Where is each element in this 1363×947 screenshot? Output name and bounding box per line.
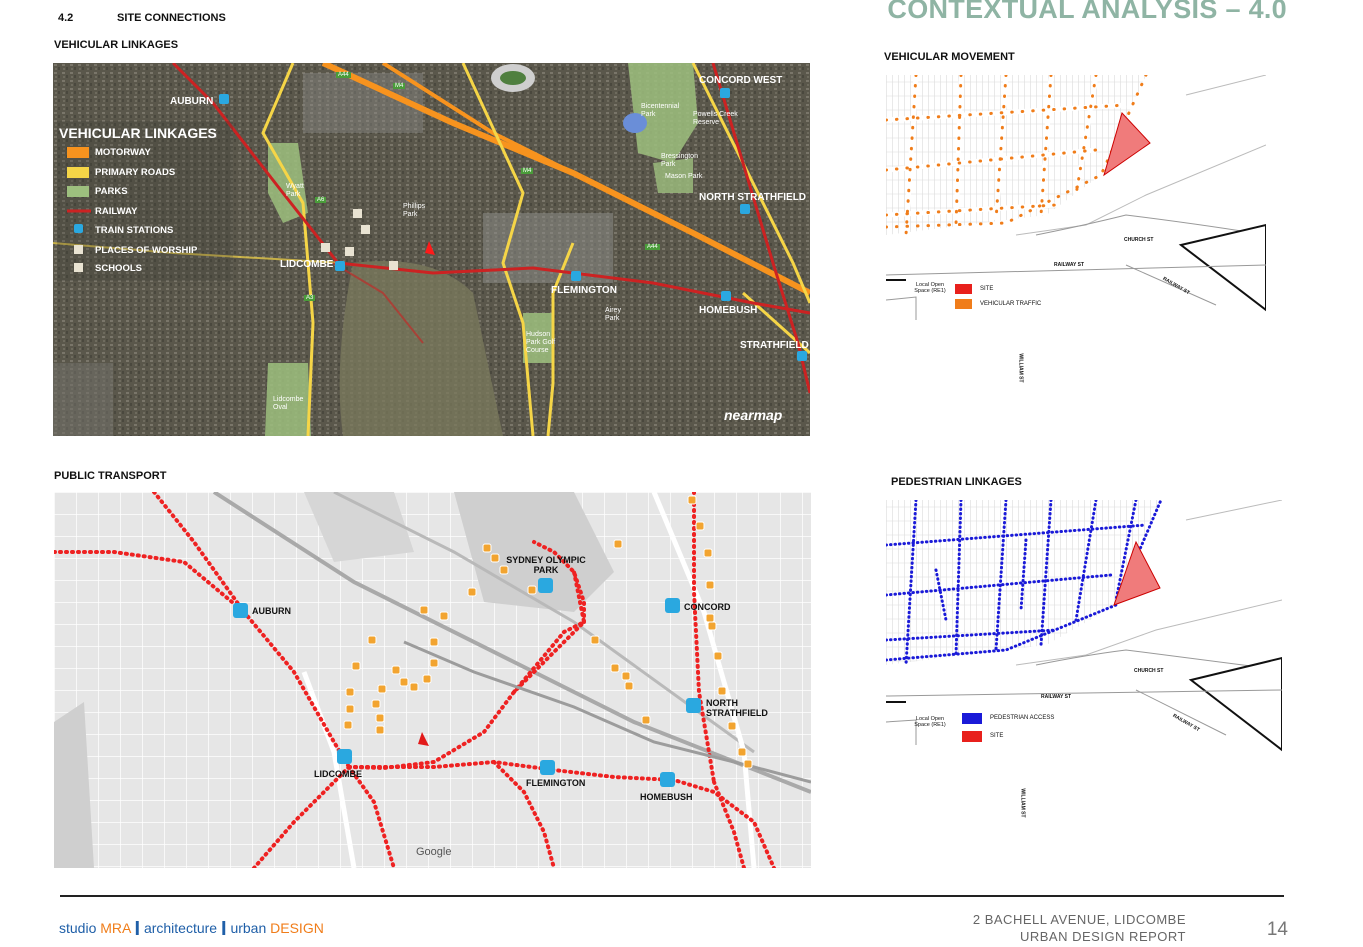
legend-railway: RAILWAY bbox=[95, 206, 138, 217]
pt-station-sydney-olympic-park: SYDNEY OLYMPIC PARK bbox=[506, 555, 586, 575]
road-badge: A6 bbox=[315, 197, 327, 203]
pl-legend-site: SITE bbox=[990, 733, 1004, 739]
vm-street-label: CHURCH ST bbox=[1124, 237, 1154, 243]
legend-parks: PARKS bbox=[95, 186, 128, 197]
pt-station-flemington: FLEMINGTON bbox=[526, 778, 586, 788]
footer-address-line2: URBAN DESIGN REPORT bbox=[1019, 929, 1186, 944]
brand-separator: I bbox=[134, 918, 141, 940]
google-watermark: Google bbox=[416, 846, 452, 858]
footer-brand: studio MRA I architecture I urban DESIGN bbox=[59, 916, 324, 940]
station-label-lidcombe: LIDCOMBE bbox=[280, 259, 334, 270]
section-title: SITE CONNECTIONS bbox=[117, 12, 226, 24]
place-label: Hudson Park Golf Course bbox=[526, 331, 556, 354]
vehicular-linkages-map: VEHICULAR LINKAGES MOTORWAY PRIMARY ROAD… bbox=[53, 63, 810, 436]
vm-legend-traffic: VEHICULAR TRAFFIC bbox=[980, 301, 1042, 307]
vm-legend-site: SITE bbox=[980, 286, 994, 292]
road-badge: A3 bbox=[304, 295, 316, 301]
road-badge: A44 bbox=[336, 72, 351, 78]
station-label-strathfield: STRATHFIELD bbox=[740, 340, 809, 351]
pt-station-auburn: AUBURN bbox=[252, 606, 291, 616]
brand-design: DESIGN bbox=[270, 920, 324, 936]
vm-open-space-label: Local Open Space (RE1) bbox=[914, 282, 946, 294]
page-number: 14 bbox=[1266, 919, 1288, 940]
road-badge: M4 bbox=[521, 168, 534, 174]
place-label: Lidcombe Oval bbox=[273, 396, 304, 411]
public-transport-title: PUBLIC TRANSPORT bbox=[54, 470, 167, 482]
station-label-homebush: HOMEBUSH bbox=[699, 305, 758, 316]
place-label: Powells Creek Reserve bbox=[693, 111, 738, 126]
legend-train-stations: TRAIN STATIONS bbox=[95, 225, 174, 236]
brand-separator: I bbox=[220, 918, 227, 940]
place-label: Wyatt Park bbox=[286, 183, 304, 198]
pedestrian-linkages-title: PEDESTRIAN LINKAGES bbox=[891, 476, 1022, 488]
legend-motorway: MOTORWAY bbox=[95, 147, 151, 158]
pl-legend-pedestrian-access: PEDESTRIAN ACCESS bbox=[990, 715, 1055, 721]
section-number: 4.2 bbox=[58, 12, 74, 24]
place-label: Bicentennial Park bbox=[641, 103, 680, 118]
road-badge: A44 bbox=[645, 244, 660, 250]
pedestrian-linkages-map: Local Open Space (RE1) PEDESTRIAN ACCESS… bbox=[886, 500, 1282, 830]
vm-street-label: WILLIAM ST bbox=[1017, 353, 1024, 383]
station-label-flemington: FLEMINGTON bbox=[551, 285, 617, 296]
pl-open-space-label: Local Open Space (RE1) bbox=[914, 716, 946, 728]
brand-studio: studio bbox=[59, 920, 101, 936]
place-label: Mason Park bbox=[665, 173, 703, 180]
document-title: CONTEXTUAL ANALYSIS – 4.0 bbox=[887, 0, 1287, 24]
brand-mra: MRA bbox=[100, 920, 131, 936]
footer-address-line1: 2 BACHELL AVENUE, LIDCOMBE bbox=[972, 912, 1186, 927]
vehicular-movement-map: Local Open Space (RE1) SITE VEHICULAR TR… bbox=[886, 75, 1266, 395]
road-badge: M4 bbox=[393, 83, 406, 89]
footer-address: 2 BACHELL AVENUE, LIDCOMBE URBAN DESIGN … bbox=[973, 911, 1186, 945]
pt-station-north-strathfield: NORTH STRATHFIELD bbox=[706, 698, 768, 718]
vehicular-linkages-title: VEHICULAR LINKAGES bbox=[54, 39, 179, 51]
public-transport-map: AUBURN LIDCOMBE FLEMINGTON HOMEBUSH NORT… bbox=[54, 492, 811, 868]
pt-station-homebush: HOMEBUSH bbox=[640, 792, 693, 802]
pl-street-label: CHURCH ST bbox=[1134, 668, 1164, 674]
vehicular-movement-title: VEHICULAR MOVEMENT bbox=[884, 51, 1015, 63]
legend-places-of-worship: PLACES OF WORSHIP bbox=[95, 245, 198, 256]
legend-primary-roads: PRIMARY ROADS bbox=[95, 167, 176, 178]
station-label-auburn: AUBURN bbox=[170, 96, 214, 107]
footer-divider bbox=[60, 895, 1284, 897]
pt-station-lidcombe: LIDCOMBE bbox=[314, 769, 362, 779]
pl-street-label: RAILWAY ST bbox=[1041, 694, 1072, 700]
place-label: Phillips Park bbox=[403, 203, 426, 218]
place-label: Airey Park bbox=[605, 307, 621, 322]
legend-schools: SCHOOLS bbox=[95, 263, 142, 274]
station-label-concord-west: CONCORD WEST bbox=[699, 75, 783, 86]
nearmap-watermark: nearmap bbox=[724, 407, 783, 423]
brand-urban: urban bbox=[230, 920, 267, 936]
station-label-north-strathfield: NORTH STRATHFIELD bbox=[699, 192, 807, 203]
pt-station-concord: CONCORD bbox=[684, 602, 731, 612]
brand-architecture: architecture bbox=[143, 920, 218, 936]
place-label: Bressington Park bbox=[661, 153, 698, 168]
vehicular-legend-title: VEHICULAR LINKAGES bbox=[59, 125, 217, 141]
pl-street-label: WILLIAM ST bbox=[1019, 788, 1026, 818]
vm-street-label: RAILWAY ST bbox=[1054, 262, 1085, 268]
